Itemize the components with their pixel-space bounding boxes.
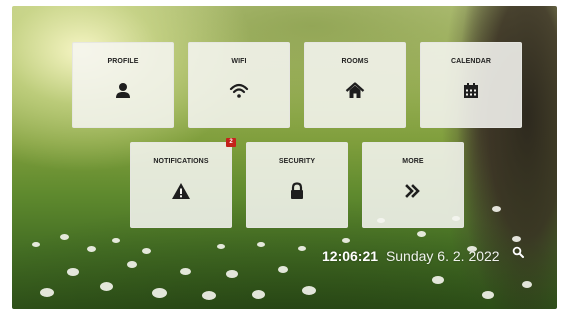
tile-rooms[interactable]: ROOMS (304, 42, 406, 128)
tile-wifi[interactable]: WIFI (188, 42, 290, 128)
search-icon[interactable] (512, 246, 524, 258)
user-icon (116, 83, 130, 98)
home-icon (345, 82, 365, 98)
tile-security[interactable]: SECURITY (246, 142, 348, 228)
tile-rooms-label: ROOMS (341, 58, 369, 65)
tile-calendar-label: CALENDAR (450, 58, 492, 65)
tile-notifications-label: NOTIFICATIONS (153, 158, 209, 165)
double-chevron-right-icon (405, 184, 420, 198)
lock-icon (291, 182, 303, 199)
clock-date: Sunday 6. 2. 2022 (385, 248, 500, 264)
warning-icon (172, 183, 190, 199)
tile-calendar[interactable]: CALENDAR (420, 42, 522, 128)
clock-time: 12:06:21 (322, 248, 379, 264)
tile-wifi-label: WIFI (231, 58, 247, 65)
tile-more-label: MORE (402, 158, 424, 165)
tile-more[interactable]: MORE (362, 142, 464, 228)
datetime-display: 12:06:21 Sunday 6. 2. 2022 (322, 248, 500, 264)
calendar-icon (464, 83, 478, 98)
tile-notifications[interactable]: NOTIFICATIONS (130, 142, 232, 228)
wifi-icon (229, 83, 249, 98)
tile-profile-label: PROFILE (107, 58, 139, 65)
tile-security-label: SECURITY (278, 158, 316, 165)
tile-profile[interactable]: PROFILE (72, 42, 174, 128)
notifications-badge: 2 (226, 138, 236, 147)
